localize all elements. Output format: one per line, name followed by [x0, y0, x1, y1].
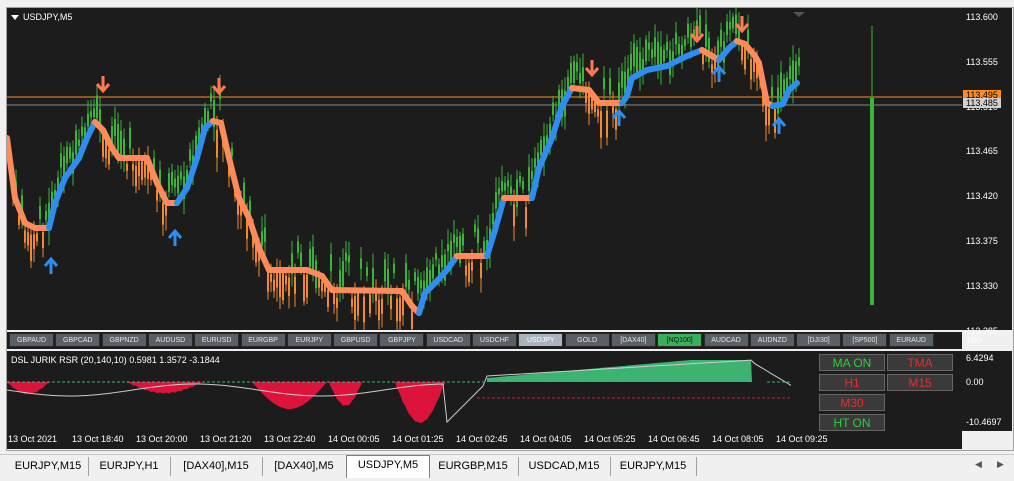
- price-tick-label: 113.375: [966, 236, 998, 246]
- symbol-button-dji30[interactable]: [DJI30]: [796, 333, 842, 347]
- symbol-button-usdchf[interactable]: USDCHF: [472, 333, 517, 347]
- symbol-button-usdjpy[interactable]: USDJPY: [518, 333, 564, 347]
- current-price-grey: 113.485: [963, 98, 1001, 108]
- price-tick-label: 113.465: [966, 146, 998, 157]
- sell-arrow-icon: [734, 16, 750, 34]
- price-tick-label: 113.600: [966, 12, 998, 22]
- symbol-button-nq100[interactable]: [NQ100]: [657, 333, 703, 347]
- time-tick-label: 13 Oct 18:40: [72, 434, 124, 444]
- sell-arrow-icon: [211, 78, 227, 96]
- symbol-button-dax40[interactable]: [DAX40]: [610, 333, 656, 347]
- panel-button-ma-on[interactable]: MA ON: [819, 354, 885, 371]
- panel-button-m15[interactable]: M15: [887, 374, 953, 391]
- buy-arrow-icon: [43, 256, 59, 274]
- time-tick-label: 14 Oct 00:05: [328, 434, 380, 444]
- symbol-button-audnzd[interactable]: AUDNZD: [749, 333, 795, 347]
- indicator-tick-label: -10.4697: [966, 417, 1002, 427]
- dropdown-triangle-icon[interactable]: [11, 15, 19, 21]
- indicator-axis: 100 6.4294 0.00 -10.4697: [962, 335, 1012, 431]
- indicator-tick-label: 0.00: [966, 377, 984, 387]
- terminal-window: USDJPY,M5 113.600113.555113.510113.46511…: [0, 0, 1014, 454]
- symbol-button-usdcad[interactable]: USDCAD: [425, 333, 471, 347]
- chart-tab[interactable]: EURGBP,M15: [428, 457, 519, 476]
- volume-spike-bar: [870, 98, 874, 305]
- chart-symbol-label: USDJPY,M5: [23, 12, 73, 22]
- buy-arrow-icon: [167, 228, 183, 246]
- chart-tab[interactable]: USDJPY,M5: [346, 455, 430, 478]
- price-tick-label: 113.330: [966, 280, 998, 291]
- symbol-button-eurjpy[interactable]: EURJPY: [286, 333, 332, 347]
- symbol-button-eurusd[interactable]: EURUSD: [194, 333, 240, 347]
- time-tick-label: 14 Oct 06:45: [648, 434, 700, 444]
- symbol-button-gbpjpy[interactable]: GBPJPY: [379, 333, 425, 347]
- symbol-button-gold[interactable]: GOLD: [564, 333, 610, 347]
- sell-arrow-icon: [95, 76, 111, 94]
- symbol-button-sp500[interactable]: [SP500]: [842, 333, 888, 347]
- trend-line: [7, 38, 800, 316]
- time-tick-label: 14 Oct 09:25: [776, 434, 828, 444]
- price-chart-canvas: [7, 8, 962, 330]
- time-tick-label: 14 Oct 01:25: [392, 434, 444, 444]
- chart-tab[interactable]: USDCAD,M15: [518, 457, 611, 476]
- negative-histogram: [395, 382, 445, 424]
- price-tick-label: 113.420: [966, 191, 998, 202]
- scroll-left-icon[interactable]: ◀: [975, 459, 982, 470]
- indicator-title: DSL JURIK RSR (20,140,10) 0.5981 1.3572 …: [11, 355, 220, 365]
- chart-tab[interactable]: [DAX40],M15: [170, 457, 263, 476]
- time-tick-label: 14 Oct 05:25: [584, 434, 636, 444]
- panel-button-tma[interactable]: TMA: [887, 354, 953, 371]
- symbol-button-audcad[interactable]: AUDCAD: [703, 333, 749, 347]
- chart-tab[interactable]: EURJPY,M15: [8, 457, 89, 476]
- chart-tab[interactable]: [DAX40],M5: [262, 457, 347, 476]
- time-tick-label: 13 Oct 2021: [8, 434, 58, 444]
- positive-histogram: [487, 360, 752, 382]
- time-tick-label: 14 Oct 02:45: [456, 434, 508, 444]
- time-tick-label: 13 Oct 21:20: [200, 434, 252, 444]
- symbol-button-eurgbp[interactable]: EURGBP: [240, 333, 286, 347]
- price-chart[interactable]: USDJPY,M5: [7, 8, 962, 330]
- sell-arrow-icon: [584, 60, 600, 78]
- indicator-window[interactable]: DSL JURIK RSR (20,140,10) 0.5981 1.3572 …: [7, 351, 962, 431]
- shift-marker-icon: [793, 12, 805, 17]
- symbol-button-gbpcad[interactable]: GBPCAD: [55, 333, 101, 347]
- time-tick-label: 13 Oct 20:00: [136, 434, 188, 444]
- symbol-button-bar: GBPAUD GBPCAD GBPNZD AUDUSD EURUSD EURGBP EURJ…: [7, 332, 962, 349]
- symbol-button-gbpnzd[interactable]: GBPNZD: [101, 333, 147, 347]
- symbol-button-euraud[interactable]: EURAUD: [888, 333, 934, 347]
- panel-button-h1[interactable]: H1: [819, 374, 885, 391]
- time-tick-label: 13 Oct 22:40: [264, 434, 316, 444]
- indicator-tick-label: 6.4294: [966, 353, 994, 363]
- chart-title: USDJPY,M5: [11, 12, 72, 22]
- symbol-button-audusd[interactable]: AUDUSD: [147, 333, 193, 347]
- chart-tab[interactable]: EURJPY,M15: [610, 457, 697, 476]
- price-axis[interactable]: 113.600113.555113.510113.465113.420113.3…: [962, 8, 1012, 425]
- symbol-button-gbpaud[interactable]: GBPAUD: [9, 333, 54, 347]
- time-tick-label: 14 Oct 04:05: [520, 434, 572, 444]
- chart-tab[interactable]: EURJPY,H1: [88, 457, 171, 476]
- price-tick-label: 113.555: [966, 56, 998, 67]
- time-axis: 13 Oct 2021 13 Oct 18:40 13 Oct 20:00 13 Oc…: [7, 431, 962, 449]
- symbol-button-gbpusd[interactable]: GBPUSD: [333, 333, 379, 347]
- buy-arrow-icon: [611, 108, 627, 126]
- scroll-right-icon[interactable]: ▶: [997, 459, 1004, 470]
- time-tick-label: 14 Oct 08:05: [712, 434, 764, 444]
- chart-tabs-bar: ◀ ▶ EURJPY,M15 EURJPY,H1 [DAX40],M15 [DAX40…: [0, 454, 1014, 481]
- panel-button-m30[interactable]: M30: [819, 394, 885, 411]
- sell-arrow-icon: [689, 26, 705, 44]
- indicator-tick-label: 100: [966, 335, 982, 345]
- panel-button-ht-on[interactable]: HT ON: [819, 414, 885, 431]
